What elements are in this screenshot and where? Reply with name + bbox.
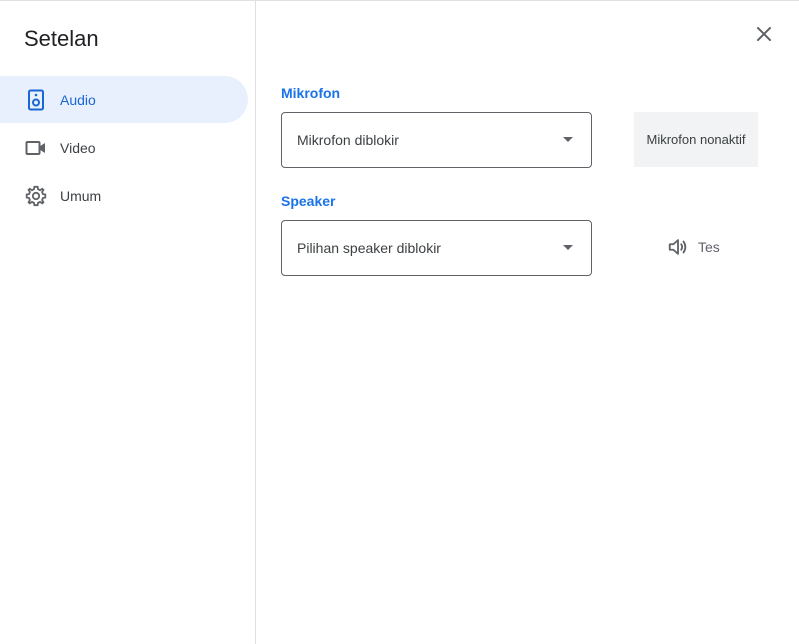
dropdown-arrow-icon [563,137,573,142]
microphone-status-button[interactable]: Mikrofon nonaktif [634,112,758,167]
dialog-title: Setelan [24,26,99,51]
videocam-icon [24,136,48,160]
nav-item-video-label: Video [60,139,96,156]
speaker-select-value: Pilihan speaker diblokir [297,240,441,256]
microphone-status-label: Mikrofon nonaktif [646,132,746,147]
speaker-test-button[interactable]: Tes [667,232,720,262]
microphone-select-value: Mikrofon diblokir [297,132,399,148]
settings-dialog: Setelan Audio Video Umum Mikrofon Mikrof… [0,0,799,644]
speaker-section-label: Speaker [281,193,336,209]
microphone-select[interactable]: Mikrofon diblokir [281,112,592,168]
dropdown-arrow-icon [563,245,573,250]
close-icon [757,27,771,41]
settings-sidebar: Setelan Audio Video Umum [0,1,256,644]
gear-icon [24,184,48,208]
microphone-section-label: Mikrofon [281,85,341,101]
volume-icon [668,239,687,255]
nav-item-audio-label: Audio [60,91,96,108]
nav-item-general[interactable]: Umum [0,172,248,219]
speaker-select[interactable]: Pilihan speaker diblokir [281,220,592,276]
speaker-icon [24,88,48,112]
nav-item-video[interactable]: Video [0,124,248,171]
settings-nav: Audio Video Umum [0,76,248,220]
nav-item-audio[interactable]: Audio [0,76,248,123]
nav-item-general-label: Umum [60,187,102,204]
speaker-test-label: Tes [698,239,720,255]
close-button[interactable] [748,18,780,50]
